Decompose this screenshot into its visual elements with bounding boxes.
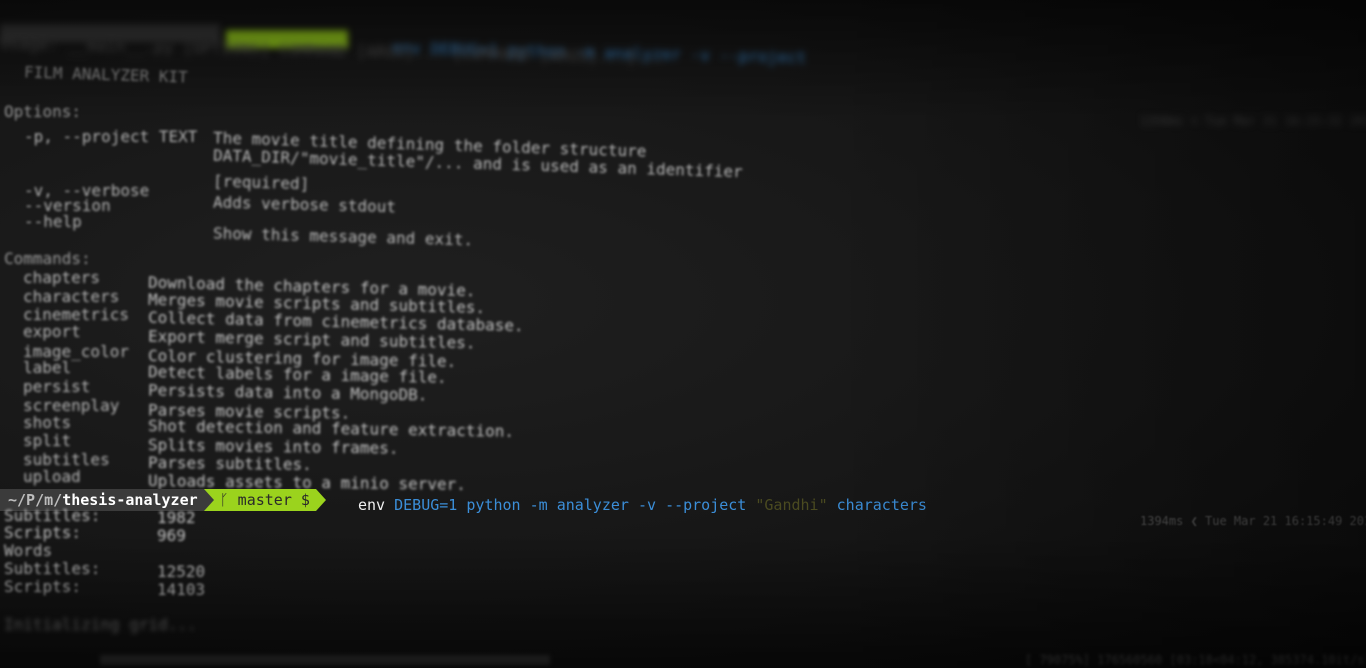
app-title: FILM ANALYZER KIT [23,62,189,87]
command-name-characters: characters [23,287,120,306]
prompt-separator-arrow [203,489,214,511]
cmd-debug: DEBUG=1 [394,496,458,514]
command-name-split: split [23,431,72,450]
command-name-chapters: chapters [23,268,101,287]
cmd-env: env [358,496,386,514]
option-project-flag: -p, --project TEXT [24,127,198,146]
options-header: Options: [4,102,82,121]
output-words-subtitles-count: 12520 [157,562,206,581]
output-words-subtitles-label: Subtitles: [4,559,101,578]
option-help-flag: --help [24,212,82,231]
option-verbose-desc: Adds verbose stdout [212,192,397,217]
status-bar: [ 79075%] 176560560 [03:18<04:12, 385374… [0,650,1366,668]
output-words-scripts-label: Scripts: [4,577,82,596]
command-name-persist: persist [23,377,91,396]
cmd-python: python [466,496,521,514]
command-name-export: export [23,322,81,341]
cmd-module: analyzer [556,496,629,514]
cmd-flag-v: -v [637,496,657,514]
output-scripts-label: Scripts: [4,523,82,542]
cmd-project-value: "Gandhi" [755,496,828,514]
output-subtitles-count: 1982 [157,508,196,527]
output-scripts-count: 969 [157,526,186,545]
cmd-flag-project: --project [665,496,747,514]
output-initializing: Initializing grid... [4,615,197,634]
prompt-end-arrow [315,489,326,511]
command-name-label: label [23,358,72,377]
command-name-upload: upload [23,467,81,486]
terminal-window[interactable]: env DEBUG=1 python -m analyzer -v --proj… [0,0,1366,668]
output-words-label: Words [4,541,53,560]
cmd-subcommand: characters [836,496,927,514]
option-project-required: [required] [212,171,310,194]
output-words-scripts-count: 14103 [157,580,206,599]
option-help-desc: Show this message and exit. [212,223,474,250]
command-line-input[interactable]: env DEBUG=1 python -m analyzer -v --proj… [358,496,927,514]
top-right-prompt: 1350ms < Tue Mar 21 16:15:32 2017 [1140,114,1366,128]
right-prompt: 1394ms ❮ Tue Mar 21 16:15:49 2017 [1140,514,1366,528]
cmd-flag-m: -m [529,496,548,514]
command-name-shots: shots [23,413,72,432]
status-bar-text: [ 79075%] 176560560 [03:18<04:12, 385374… [1025,653,1366,667]
commands-header: Commands: [4,249,91,268]
prompt-git-branch: ᚴ master $ [213,489,316,511]
